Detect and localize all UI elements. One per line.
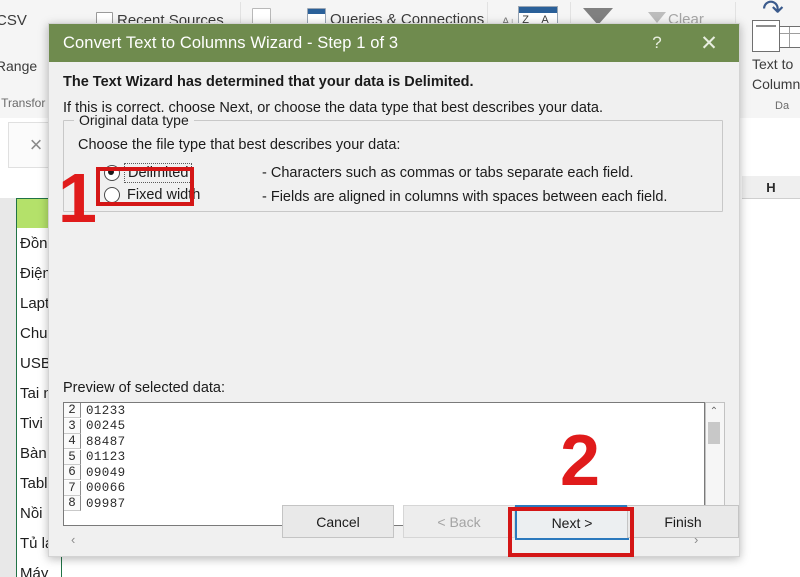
row-header[interactable] xyxy=(0,558,17,577)
finish-button[interactable]: Finish xyxy=(627,505,739,538)
preview-row-value: 09987 xyxy=(86,496,126,511)
text-to-columns-label-line2: Column xyxy=(752,76,800,92)
scroll-up-icon[interactable]: ⌃ xyxy=(706,403,722,419)
preview-row-number: 2 xyxy=(64,403,81,419)
row-header[interactable] xyxy=(0,318,17,349)
ribbon-csv-label: CSV xyxy=(0,12,27,29)
row-header[interactable] xyxy=(0,408,17,439)
row-header[interactable] xyxy=(0,468,17,499)
row-header[interactable] xyxy=(0,438,17,469)
preview-row-number: 4 xyxy=(64,434,81,450)
delimited-description: - Characters such as commas or tabs sepa… xyxy=(262,165,634,181)
row-header[interactable] xyxy=(0,498,17,529)
text-to-columns-icon xyxy=(752,20,780,52)
row-header[interactable] xyxy=(0,378,17,409)
annotation-number-2: 2 xyxy=(560,421,601,501)
close-icon[interactable]: ✕ xyxy=(687,24,731,62)
text-to-columns-label-line1: Text to xyxy=(752,56,794,72)
row-header[interactable] xyxy=(0,258,17,289)
preview-row: 4 88487 xyxy=(64,434,704,450)
preview-label: Preview of selected data: xyxy=(63,380,226,396)
annotation-box-delimited xyxy=(96,167,194,206)
data-group-label: Da xyxy=(775,100,790,112)
clear-filter-icon xyxy=(648,12,666,23)
preview-row: 5 01123 xyxy=(64,449,704,466)
preview-row-value: 00245 xyxy=(86,419,126,434)
original-data-type-label: Original data type xyxy=(74,112,194,128)
text-lines-icon xyxy=(756,25,776,27)
preview-row: 7 00066 xyxy=(64,480,704,497)
fixed-width-description: - Fields are aligned in columns with spa… xyxy=(262,189,668,205)
preview-row-number: 5 xyxy=(64,449,81,465)
get-data-range-label: /Range xyxy=(0,58,38,74)
preview-row: 6 09049 xyxy=(64,465,704,481)
wizard-determination-text: The Text Wizard has determined that your… xyxy=(63,74,474,90)
file-type-prompt: Choose the file type that best describes… xyxy=(78,137,401,153)
preview-row-value: 09049 xyxy=(86,465,126,480)
dialog-title: Convert Text to Columns Wizard - Step 1 … xyxy=(63,33,399,52)
dialog-body: The Text Wizard has determined that your… xyxy=(49,62,739,556)
preview-row: 2 01233 xyxy=(64,403,704,419)
annotation-number-1: 1 xyxy=(58,159,97,237)
preview-row-value: 01123 xyxy=(86,450,126,465)
row-header[interactable] xyxy=(0,198,17,229)
row-header[interactable] xyxy=(0,288,17,319)
preview-row-number: 6 xyxy=(64,465,81,481)
row-header[interactable] xyxy=(0,348,17,379)
convert-text-to-columns-dialog: Convert Text to Columns Wizard - Step 1 … xyxy=(48,23,740,557)
get-transform-group-label: & Transfor xyxy=(0,96,46,110)
cancel-button[interactable]: Cancel xyxy=(282,505,394,538)
column-header-h[interactable]: H xyxy=(742,176,800,199)
preview-row-value: 01233 xyxy=(86,403,126,418)
scrollbar-thumb[interactable] xyxy=(708,422,720,444)
row-header[interactable] xyxy=(0,528,17,559)
preview-row-number: 3 xyxy=(64,418,81,434)
preview-row-number: 7 xyxy=(64,480,81,496)
annotation-box-next xyxy=(508,507,634,557)
preview-row-number: 8 xyxy=(64,496,81,512)
preview-row: 3 00245 xyxy=(64,418,704,435)
help-icon[interactable]: ? xyxy=(635,24,679,62)
preview-row-value: 00066 xyxy=(86,481,126,496)
dialog-titlebar: Convert Text to Columns Wizard - Step 1 … xyxy=(49,24,739,62)
refresh-arrow-icon: ↷ xyxy=(762,0,784,24)
row-header[interactable] xyxy=(0,228,17,259)
columns-grid-icon xyxy=(779,26,800,48)
back-button[interactable]: < Back xyxy=(403,505,515,538)
scroll-left-icon[interactable]: ‹ xyxy=(71,532,75,547)
preview-row-value: 88487 xyxy=(86,434,126,449)
